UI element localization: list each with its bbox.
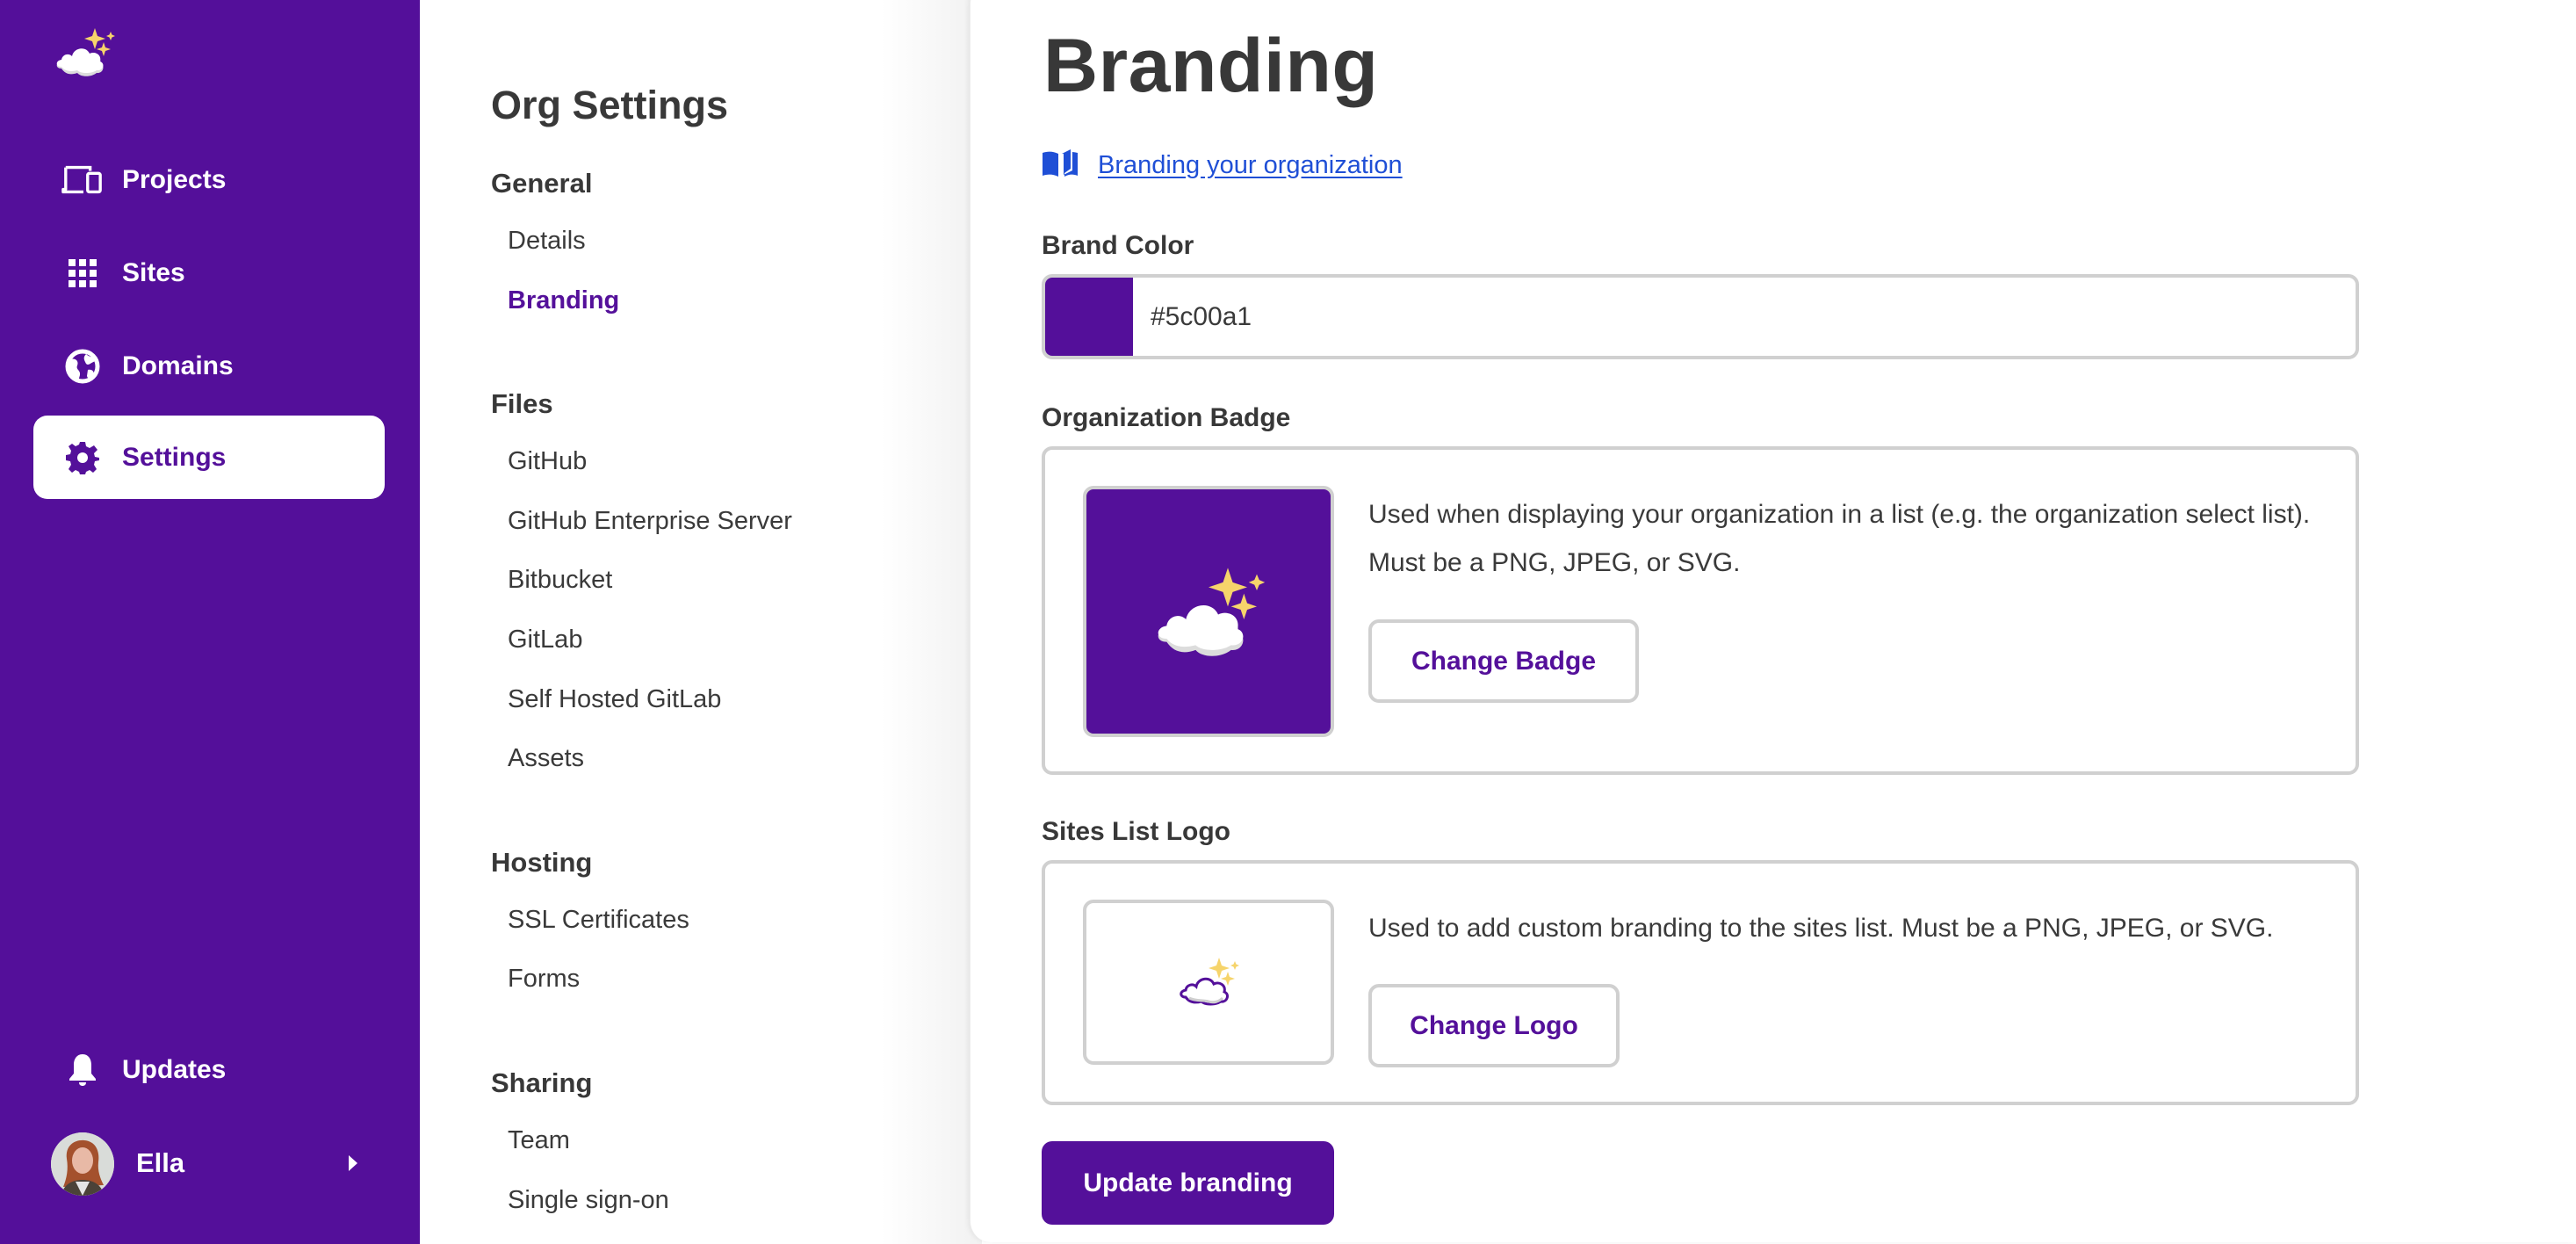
settings-nav-title: Org Settings <box>491 83 729 127</box>
change-logo-button[interactable]: Change Logo <box>1368 984 1620 1067</box>
sidebar-item-projects[interactable]: Projects <box>33 138 385 221</box>
sidebar-item-label: Settings <box>122 442 227 472</box>
org-badge-label: Organization Badge <box>1042 403 1291 432</box>
nav-section-general: General <box>491 168 593 199</box>
org-badge-preview <box>1083 486 1334 737</box>
settings-nav: Org Settings General Details Branding Fi… <box>420 0 982 1244</box>
nav-section-hosting: Hosting <box>491 847 593 878</box>
sites-logo-description: Used to add custom branding to the sites… <box>1368 914 2274 943</box>
sidebar-item-label: Sites <box>122 257 185 287</box>
globe-icon <box>61 345 104 387</box>
primary-sidebar: Projects Sites Domains Settings Updates <box>0 0 420 1244</box>
org-badge-description: Used when displaying your organization i… <box>1368 500 2311 577</box>
sites-logo-label: Sites List Logo <box>1042 817 1231 846</box>
cloud-stars-logo-icon[interactable] <box>53 25 116 77</box>
caret-right-icon[interactable] <box>349 1155 357 1171</box>
brand-color-label: Brand Color <box>1042 231 1194 260</box>
book-icon <box>1042 149 1079 182</box>
nav-link-assets[interactable]: Assets <box>508 744 584 773</box>
brand-color-swatch[interactable] <box>1045 278 1133 356</box>
sites-logo-preview <box>1083 900 1334 1065</box>
org-badge-box: Used when displaying your organization i… <box>1042 446 2359 775</box>
nav-section-files: Files <box>491 388 553 419</box>
sidebar-item-domains[interactable]: Domains <box>33 324 385 408</box>
nav-link-self-hosted-gitlab[interactable]: Self Hosted GitLab <box>508 685 721 714</box>
nav-link-branding[interactable]: Branding <box>508 286 619 315</box>
nav-link-details[interactable]: Details <box>508 227 586 256</box>
sidebar-item-settings[interactable]: Settings <box>33 416 385 499</box>
user-avatar[interactable] <box>51 1132 114 1196</box>
nav-link-ssl-certificates[interactable]: SSL Certificates <box>508 906 689 935</box>
nav-link-team[interactable]: Team <box>508 1126 570 1155</box>
brand-color-field[interactable]: #5c00a1 <box>1042 274 2359 359</box>
sidebar-item-label: Projects <box>122 164 227 194</box>
nav-section-sharing: Sharing <box>491 1067 593 1098</box>
brand-color-value[interactable]: #5c00a1 <box>1151 302 1252 332</box>
sidebar-item-label: Domains <box>122 351 234 380</box>
nav-link-bitbucket[interactable]: Bitbucket <box>508 566 612 595</box>
nav-link-forms[interactable]: Forms <box>508 965 580 994</box>
sites-logo-box: Used to add custom branding to the sites… <box>1042 860 2359 1105</box>
sidebar-item-updates[interactable]: Updates <box>33 1028 385 1111</box>
update-branding-button[interactable]: Update branding <box>1042 1141 1334 1225</box>
nav-link-github[interactable]: GitHub <box>508 447 587 476</box>
gear-icon <box>61 437 104 479</box>
nav-link-single-sign-on[interactable]: Single sign-on <box>508 1186 669 1215</box>
sidebar-item-label: Updates <box>122 1054 227 1084</box>
cloud-stars-badge-icon <box>1147 561 1270 662</box>
change-badge-button[interactable]: Change Badge <box>1368 619 1639 703</box>
branding-docs-link[interactable]: Branding your organization <box>1098 151 1403 180</box>
nav-link-github-enterprise[interactable]: GitHub Enterprise Server <box>508 507 792 536</box>
sidebar-item-sites[interactable]: Sites <box>33 231 385 315</box>
page-title: Branding <box>1043 24 1379 108</box>
user-name[interactable]: Ella <box>136 1147 184 1179</box>
bell-icon <box>61 1049 104 1091</box>
grid-icon <box>61 252 104 294</box>
nav-link-gitlab[interactable]: GitLab <box>508 626 582 655</box>
doc-link-row: Branding your organization <box>1042 149 1403 182</box>
cloud-outline-logo-icon <box>1175 954 1242 1011</box>
devices-icon <box>61 159 104 201</box>
